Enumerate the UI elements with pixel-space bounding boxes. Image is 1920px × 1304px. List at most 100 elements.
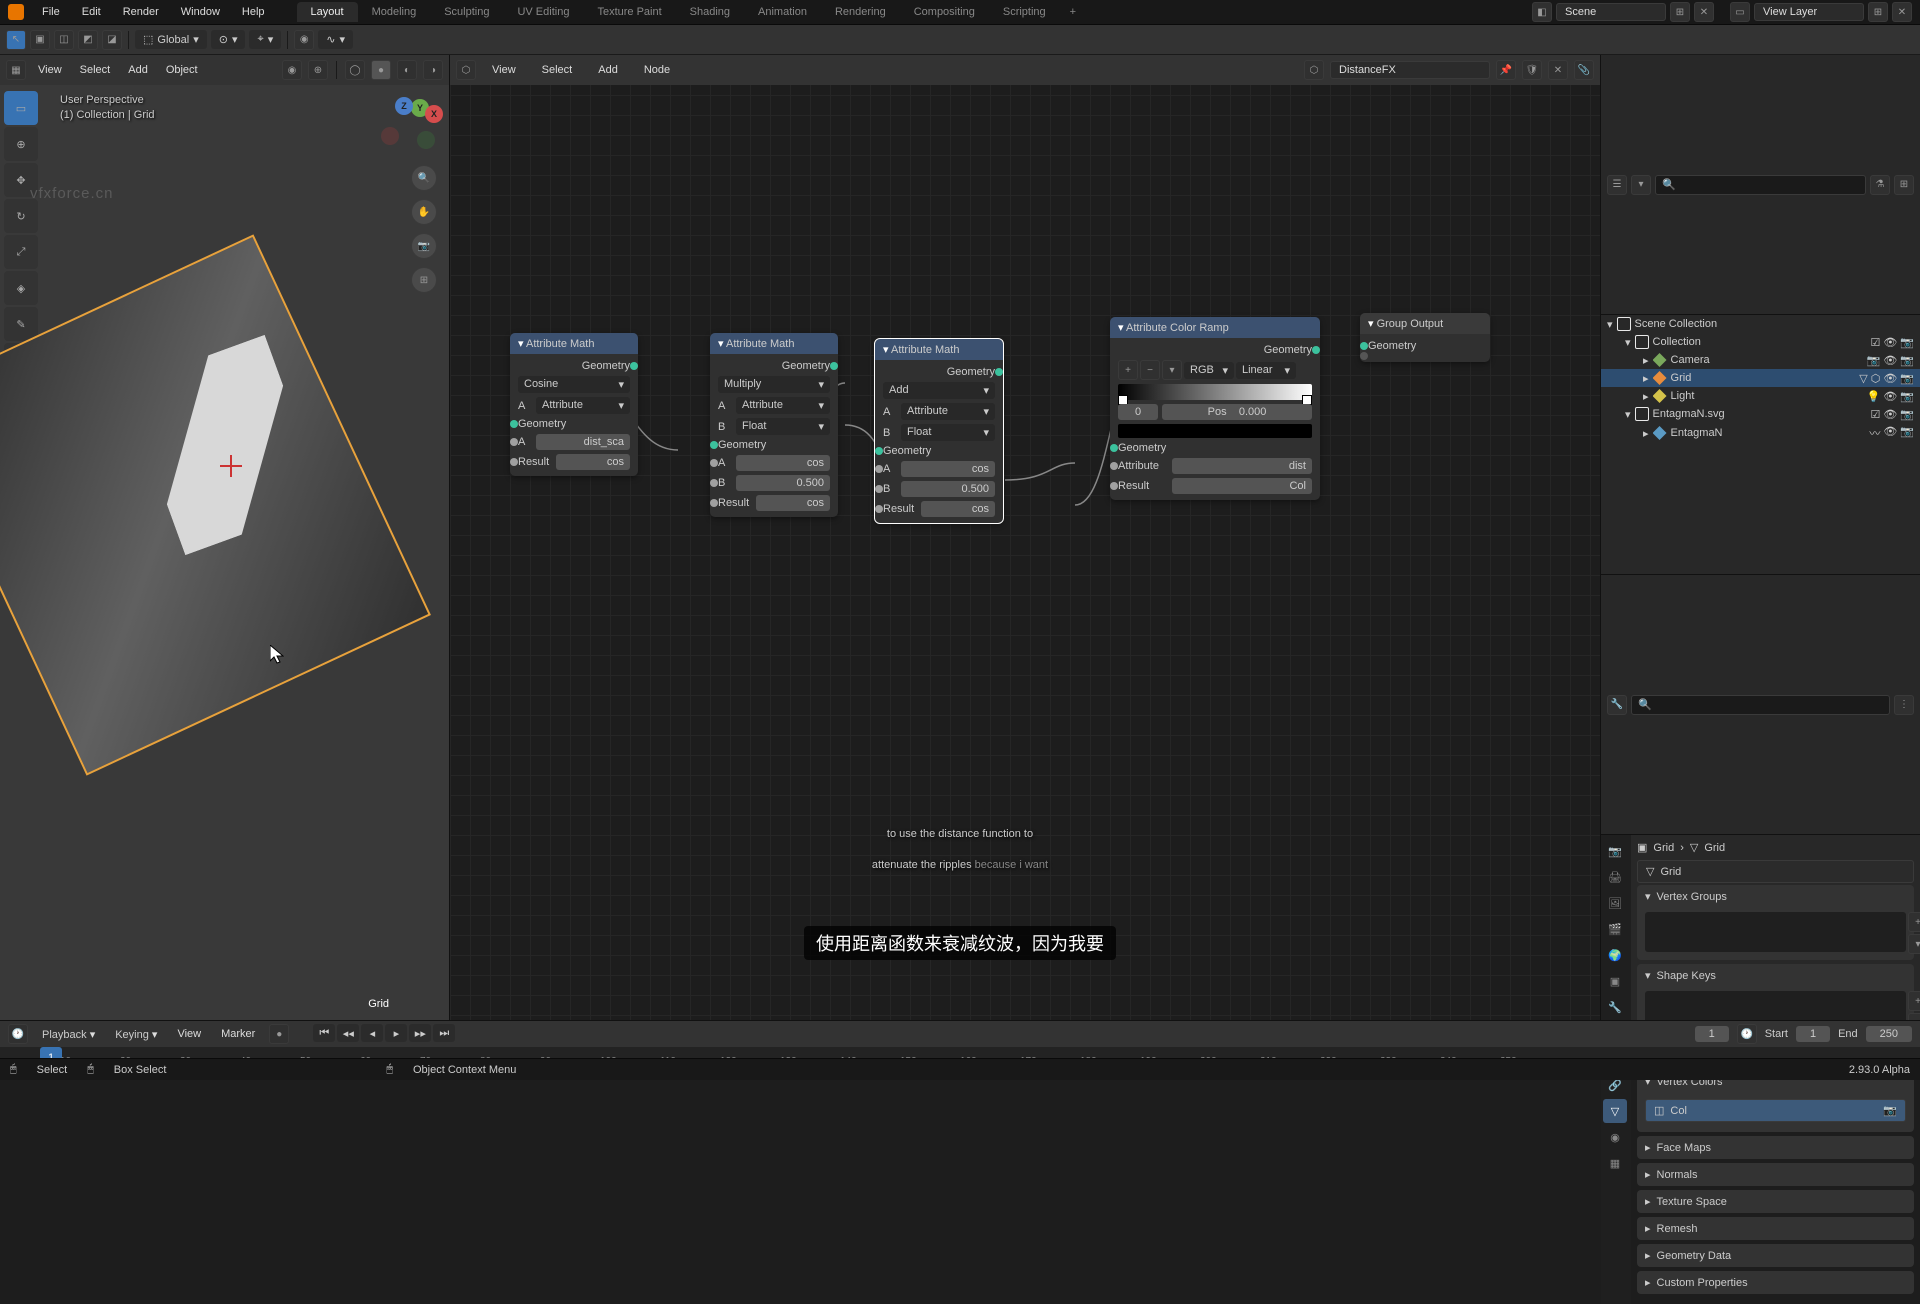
cursor-tool-icon[interactable]: ↖ <box>6 30 26 50</box>
operation-dropdown[interactable]: Multiply▾ <box>718 376 830 393</box>
select-tool[interactable]: ▭ <box>4 91 38 125</box>
tl-keying-menu[interactable]: Keying ▾ <box>109 1026 163 1043</box>
perspective-toggle[interactable]: ⊞ <box>411 267 437 293</box>
breadcrumb-data[interactable]: Grid <box>1704 842 1725 854</box>
operation-dropdown[interactable]: Add▾ <box>883 382 995 399</box>
properties-type-dropdown[interactable]: 🔧 <box>1607 695 1627 715</box>
auto-keying-toggle[interactable]: ● <box>269 1024 289 1044</box>
result-field[interactable]: cos <box>556 454 630 470</box>
camera-row[interactable]: ▸Camera📷👁📷 <box>1601 351 1920 369</box>
visibility-toggle[interactable]: 👁 <box>1883 354 1897 367</box>
render-toggle[interactable]: 📷 <box>1900 408 1914 421</box>
vp-menu-select[interactable]: Select <box>74 61 117 79</box>
render-toggle[interactable]: 📷 <box>1900 336 1914 349</box>
tab-modeling[interactable]: Modeling <box>358 2 431 22</box>
properties-search[interactable] <box>1631 695 1890 715</box>
node-header[interactable]: ▾ Group Output <box>1360 313 1490 334</box>
node-header[interactable]: ▾ Attribute Color Ramp <box>1110 317 1320 338</box>
tl-view-menu[interactable]: View <box>171 1026 207 1042</box>
exclude-toggle[interactable]: ☑ <box>1870 336 1880 349</box>
tab-texture-paint[interactable]: Texture Paint <box>583 2 675 22</box>
outliner-display-mode[interactable]: ▾ <box>1631 175 1651 195</box>
outliner[interactable]: ▾Scene Collection ▾Collection☑👁📷 ▸Camera… <box>1601 315 1920 575</box>
shading-solid[interactable]: ● <box>371 60 391 80</box>
menu-edit[interactable]: Edit <box>72 2 111 22</box>
svg-item-row[interactable]: ▸EntagmaN〰👁📷 <box>1601 423 1920 443</box>
unlink-button[interactable]: ✕ <box>1548 60 1568 80</box>
scene-new-button[interactable]: ⊞ <box>1670 2 1690 22</box>
viewlayer-icon[interactable]: ▭ <box>1730 2 1750 22</box>
camera-view-button[interactable]: 📷 <box>411 233 437 259</box>
menu-file[interactable]: File <box>32 2 70 22</box>
vgroup-specials[interactable]: ▾ <box>1908 934 1920 954</box>
select-mode-4[interactable]: ◪ <box>102 30 122 50</box>
jump-end-button[interactable]: ⏭ <box>433 1024 455 1042</box>
node-header[interactable]: ▾ Attribute Math <box>510 333 638 354</box>
tab-uv-editing[interactable]: UV Editing <box>503 2 583 22</box>
fake-user-button[interactable]: 🛡 <box>1522 60 1542 80</box>
tab-texture[interactable]: ▦ <box>1603 1151 1627 1175</box>
operation-dropdown[interactable]: Cosine▾ <box>518 376 630 393</box>
transform-tool[interactable]: ◈ <box>4 271 38 305</box>
gizmo-neg-x[interactable] <box>381 127 399 145</box>
visibility-toggle[interactable]: 👁 <box>1883 390 1897 403</box>
mesh-name-field[interactable]: ▽Grid <box>1637 860 1914 883</box>
visibility-toggle[interactable]: 👁 <box>1883 336 1897 349</box>
preview-range-toggle[interactable]: 🕐 <box>1737 1024 1757 1044</box>
tab-rendering[interactable]: Rendering <box>821 2 900 22</box>
viewlayer-name-field[interactable]: View Layer <box>1754 3 1864 21</box>
stop-position[interactable]: Pos 0.000 <box>1162 404 1312 420</box>
group-output-node[interactable]: ▾ Group Output Geometry <box>1360 313 1490 362</box>
outliner-filter[interactable]: ⚗ <box>1870 175 1890 195</box>
3d-viewport[interactable]: ▦ View Select Add Object ◉ ⊕ ◯ ● ◐ ◑ ▭ ⊕… <box>0 55 450 1020</box>
vertex-color-item[interactable]: ◫Col📷 <box>1645 1099 1906 1122</box>
node-tree-name-field[interactable]: DistanceFX <box>1330 61 1490 79</box>
shading-material[interactable]: ◐ <box>397 60 417 80</box>
remesh-header[interactable]: ▸Remesh <box>1637 1217 1914 1240</box>
tab-shading[interactable]: Shading <box>676 2 744 22</box>
select-mode-3[interactable]: ◩ <box>78 30 98 50</box>
color-ramp-gradient[interactable] <box>1118 384 1312 400</box>
tl-playback-menu[interactable]: Playback ▾ <box>36 1026 101 1043</box>
gizmo-z-axis[interactable]: Z <box>395 97 413 115</box>
add-shapekey[interactable]: + <box>1908 991 1920 1011</box>
tab-world[interactable]: 🌍 <box>1603 943 1627 967</box>
menu-window[interactable]: Window <box>171 2 230 22</box>
a-field[interactable]: dist_sca <box>536 434 630 450</box>
attribute-math-node-3[interactable]: ▾ Attribute Math Geometry Add▾ AAttribut… <box>875 339 1003 523</box>
node-header[interactable]: ▾ Attribute Math <box>710 333 838 354</box>
proportional-falloff-dropdown[interactable]: ∿▾ <box>318 30 353 49</box>
stop-color-swatch[interactable] <box>1118 424 1312 438</box>
viewlayer-delete-button[interactable]: ✕ <box>1892 2 1912 22</box>
add-vgroup[interactable]: + <box>1908 912 1920 932</box>
visibility-toggle[interactable]: 👁 <box>1883 372 1897 385</box>
tab-sculpting[interactable]: Sculpting <box>430 2 503 22</box>
outliner-search[interactable] <box>1655 175 1866 195</box>
visibility-toggle[interactable]: 👁 <box>1883 408 1897 421</box>
breadcrumb-obj[interactable]: Grid <box>1653 842 1674 854</box>
ne-menu-view[interactable]: View <box>482 60 526 80</box>
play-reverse-button[interactable]: ◂ <box>361 1024 383 1042</box>
tab-scene[interactable]: 🎬 <box>1603 917 1627 941</box>
transform-orientation-dropdown[interactable]: ⬚Global▾ <box>135 30 207 49</box>
outliner-new-collection[interactable]: ⊞ <box>1894 175 1914 195</box>
normals-header[interactable]: ▸Normals <box>1637 1163 1914 1186</box>
tab-viewlayer[interactable]: 🖼 <box>1603 891 1627 915</box>
snap-dropdown[interactable]: ⌖▾ <box>249 30 281 49</box>
vp-menu-view[interactable]: View <box>32 61 68 79</box>
menu-help[interactable]: Help <box>232 2 275 22</box>
vp-menu-add[interactable]: Add <box>122 61 154 79</box>
face-maps-header[interactable]: ▸Face Maps <box>1637 1136 1914 1159</box>
render-toggle[interactable]: 📷 <box>1900 354 1914 367</box>
a-type-dropdown[interactable]: Attribute▾ <box>536 397 630 414</box>
viewlayer-new-button[interactable]: ⊞ <box>1868 2 1888 22</box>
gizmo-neg-y[interactable] <box>417 131 435 149</box>
scene-name-field[interactable]: Scene <box>1556 3 1666 21</box>
collection-row[interactable]: ▾Collection☑👁📷 <box>1601 333 1920 351</box>
geometry-data-header[interactable]: ▸Geometry Data <box>1637 1244 1914 1267</box>
rotate-tool[interactable]: ↻ <box>4 199 38 233</box>
timeline-type-dropdown[interactable]: 🕐 <box>8 1024 28 1044</box>
vp-menu-object[interactable]: Object <box>160 61 204 79</box>
tab-scripting[interactable]: Scripting <box>989 2 1060 22</box>
pan-button[interactable]: ✋ <box>411 199 437 225</box>
